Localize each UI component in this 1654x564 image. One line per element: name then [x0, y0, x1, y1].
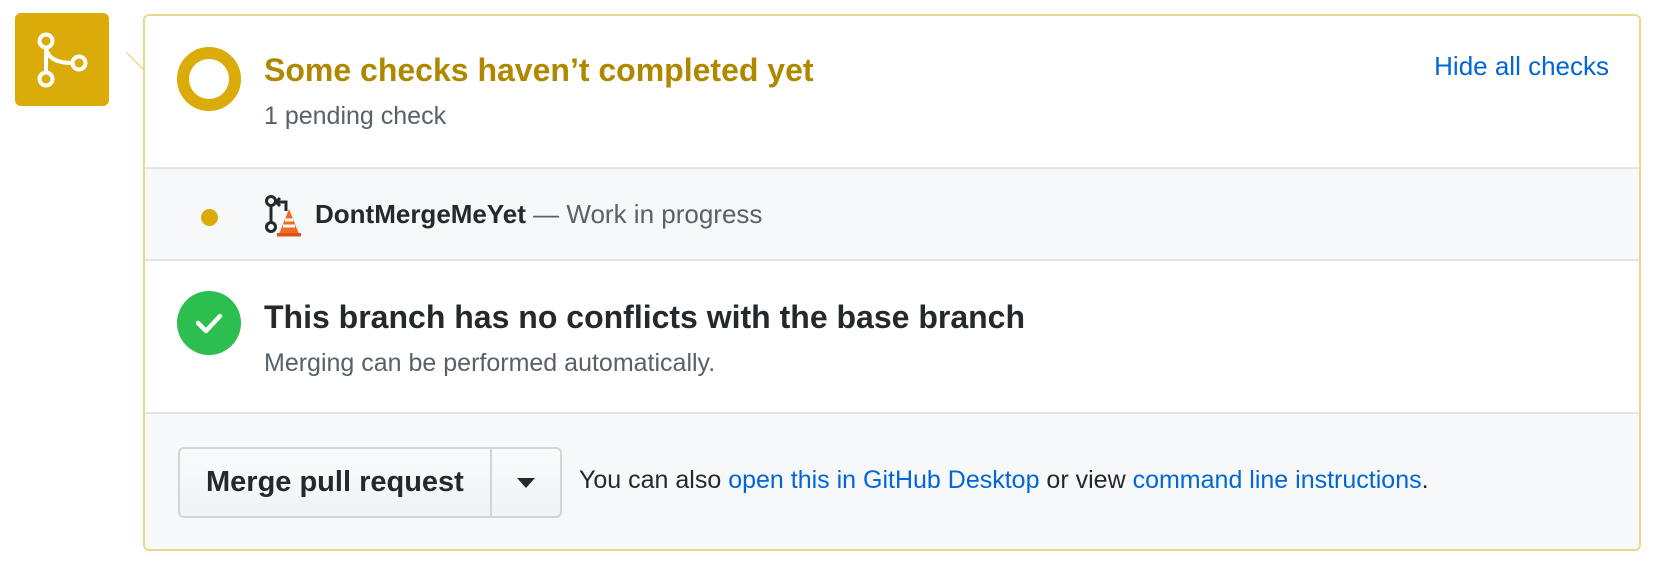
merge-method-dropdown-button[interactable] [489, 449, 560, 516]
pending-ring-icon [177, 47, 241, 111]
hide-all-checks-link[interactable]: Hide all checks [1434, 51, 1609, 82]
git-merge-icon [37, 32, 88, 87]
pending-dot-icon [201, 209, 218, 226]
conflict-status-section: This branch has no conflicts with the ba… [145, 261, 1639, 414]
merge-status-panel: Some checks haven’t completed yet 1 pend… [143, 14, 1641, 551]
checks-status-subtitle: 1 pending check [264, 102, 447, 130]
triangle-down-icon [516, 477, 535, 488]
checks-status-section: Some checks haven’t completed yet 1 pend… [145, 16, 1639, 169]
check-icon [195, 313, 223, 334]
check-row: DontMergeMeYet — Work in progress [145, 169, 1639, 261]
timeline-merge-badge [15, 13, 109, 106]
conflict-status-title: This branch has no conflicts with the ba… [264, 299, 1026, 335]
merge-button-group: Merge pull request [178, 447, 562, 518]
check-description: Work in progress [566, 199, 763, 229]
check-label: DontMergeMeYet — Work in progress [315, 199, 762, 230]
command-line-instructions-link[interactable]: command line instructions [1133, 466, 1422, 494]
checks-status-title: Some checks haven’t completed yet [264, 52, 814, 88]
check-name: DontMergeMeYet [315, 199, 526, 229]
merge-alternatives-note: You can also open this in GitHub Desktop… [579, 466, 1429, 495]
dont-merge-me-yet-app-icon [265, 195, 301, 237]
conflict-status-subtitle: Merging can be performed automatically. [264, 349, 716, 377]
check-separator: — [525, 199, 567, 229]
open-in-github-desktop-link[interactable]: open this in GitHub Desktop [728, 466, 1039, 494]
success-circle [177, 291, 241, 355]
note-middle: or view [1039, 466, 1133, 494]
merge-actions-section: Merge pull request You can also open thi… [145, 414, 1639, 549]
merge-pull-request-button[interactable]: Merge pull request [180, 449, 490, 516]
note-suffix: . [1421, 466, 1429, 494]
note-prefix: You can also [579, 466, 729, 494]
